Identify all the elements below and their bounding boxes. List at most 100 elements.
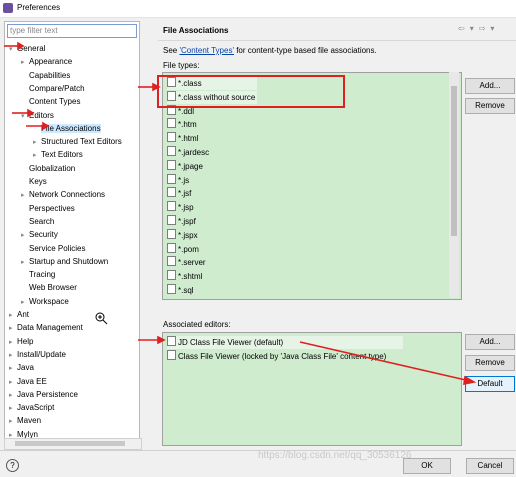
collapsed-icon[interactable]: ▸: [9, 415, 17, 428]
tree-item[interactable]: ▾ General: [9, 42, 45, 55]
file-type-item[interactable]: *.htm: [167, 118, 197, 131]
tree-item[interactable]: ▸ Help: [9, 335, 33, 348]
scrollbar-thumb[interactable]: [451, 86, 457, 236]
annotation-highlight-box: [157, 75, 345, 108]
collapsed-icon[interactable]: ▸: [9, 349, 17, 362]
tree-item-label: Content Types: [29, 97, 81, 107]
add-file-type-button[interactable]: Add...: [465, 78, 515, 94]
file-type-item[interactable]: *.server: [167, 256, 206, 269]
file-type-item[interactable]: *.js: [167, 173, 189, 187]
scrollbar-thumb[interactable]: [15, 441, 125, 446]
tree-item[interactable]: ▸ Java EE: [9, 375, 47, 388]
tree-item[interactable]: ▸ Startup and Shutdown: [21, 255, 108, 268]
collapsed-icon[interactable]: ▸: [9, 389, 17, 402]
file-type-item[interactable]: *.shtml: [167, 270, 202, 283]
content-types-link[interactable]: 'Content Types': [179, 46, 234, 55]
tree-item[interactable]: Search: [21, 215, 54, 228]
tree-item[interactable]: Capabilities: [21, 69, 70, 82]
editor-item[interactable]: Class File Viewer (locked by 'Java Class…: [167, 349, 386, 363]
tree-item[interactable]: ▸ Security: [21, 228, 58, 241]
tree-item[interactable]: ▸ JavaScript: [9, 401, 54, 414]
file-type-item[interactable]: *.jardesc: [167, 146, 209, 159]
collapsed-icon[interactable]: ▸: [9, 362, 17, 375]
file-type-item[interactable]: *.jsp: [167, 201, 194, 214]
collapsed-icon[interactable]: ▸: [9, 322, 17, 335]
back-arrow-icon[interactable]: ⇦: [458, 24, 465, 33]
editor-icon: [167, 349, 176, 360]
collapsed-icon[interactable]: ▸: [9, 402, 17, 415]
view-menu-icon[interactable]: ▾: [490, 24, 494, 33]
file-type-label: *.shtml: [178, 272, 203, 282]
tree-item[interactable]: ▸ Java Persistence: [9, 388, 78, 401]
collapsed-icon[interactable]: ▸: [9, 336, 17, 349]
app-icon: [3, 3, 13, 13]
file-type-item[interactable]: *.pom: [167, 242, 199, 256]
tree-item-label: Java: [17, 363, 34, 373]
tree-item-label: Java Persistence: [17, 389, 78, 399]
collapsed-icon[interactable]: ▸: [33, 149, 41, 162]
tree-item-label: Structured Text Editors: [41, 137, 122, 147]
file-type-label: *.htm: [178, 120, 197, 130]
tree-item[interactable]: ▾ Editors: [21, 109, 54, 122]
forward-arrow-icon[interactable]: ⇨: [479, 24, 486, 33]
file-type-label: *.jspx: [178, 230, 198, 240]
expanded-icon[interactable]: ▾: [9, 43, 17, 56]
add-editor-button[interactable]: Add...: [465, 334, 515, 350]
tree-item[interactable]: Service Policies: [21, 242, 85, 255]
associated-editors-label: Associated editors:: [163, 320, 231, 329]
editor-item[interactable]: JD Class File Viewer (default): [167, 336, 403, 349]
tree-item-label: Workspace: [29, 296, 69, 306]
help-icon[interactable]: ?: [6, 459, 19, 472]
tree-item[interactable]: ▸ Structured Text Editors: [33, 135, 122, 148]
tree-horizontal-scrollbar[interactable]: [4, 438, 142, 450]
tree-item[interactable]: ▸ Install/Update: [9, 348, 66, 361]
collapsed-icon[interactable]: ▸: [21, 56, 29, 69]
collapsed-icon[interactable]: ▸: [33, 136, 41, 149]
tree-item-label: Text Editors: [41, 150, 83, 160]
tree-item[interactable]: ▸ Maven: [9, 414, 41, 427]
file-icon: [167, 201, 176, 212]
collapsed-icon[interactable]: ▸: [21, 229, 29, 242]
tree-item[interactable]: ▸ Workspace: [21, 295, 69, 308]
tree-item[interactable]: ▸ Data Management: [9, 321, 83, 334]
tree-item[interactable]: ▸ Java: [9, 361, 34, 374]
file-type-item[interactable]: *.sql: [167, 284, 194, 297]
file-type-item[interactable]: *.html: [167, 132, 198, 145]
tree-item-label: Perspectives: [29, 203, 75, 213]
tree-item[interactable]: Web Browser: [21, 281, 77, 294]
tree-item[interactable]: ▸ Network Connections: [21, 188, 105, 201]
tree-item[interactable]: Globalization: [21, 162, 75, 175]
tree-item[interactable]: Perspectives: [21, 202, 75, 215]
collapsed-icon[interactable]: ▸: [9, 376, 17, 389]
collapsed-icon[interactable]: ▸: [21, 189, 29, 202]
file-type-item[interactable]: *.jsf: [167, 187, 191, 200]
tree-item[interactable]: Keys: [21, 175, 47, 188]
tree-item[interactable]: Compare/Patch: [21, 82, 85, 95]
associated-editors-list[interactable]: JD Class File Viewer (default) Class File…: [162, 332, 462, 446]
collapsed-icon[interactable]: ▸: [9, 309, 17, 322]
cancel-button[interactable]: Cancel: [466, 458, 514, 474]
tree-item-label: Globalization: [29, 163, 76, 173]
file-icon: [167, 187, 176, 198]
tree-item[interactable]: Tracing: [21, 268, 55, 281]
tree-item[interactable]: ▸ Ant: [9, 308, 29, 321]
default-editor-button[interactable]: Default: [465, 376, 515, 392]
filter-input[interactable]: type filter text: [7, 24, 137, 38]
file-type-item[interactable]: *.jspf: [167, 215, 196, 228]
chevron-down-icon[interactable]: ▾: [470, 24, 474, 33]
collapsed-icon[interactable]: ▸: [21, 256, 29, 269]
tree-item[interactable]: ▸ Text Editors: [33, 148, 83, 161]
remove-editor-button[interactable]: Remove: [465, 355, 515, 371]
tree-item[interactable]: File Associations: [33, 122, 101, 135]
file-type-item[interactable]: *.jpage: [167, 159, 203, 173]
ok-button[interactable]: OK: [403, 458, 451, 474]
tree-item[interactable]: Content Types: [21, 95, 80, 108]
file-type-item[interactable]: *.jspx: [167, 228, 198, 242]
remove-file-type-button[interactable]: Remove: [465, 98, 515, 114]
tree-item[interactable]: ▸ Appearance: [21, 55, 72, 68]
collapsed-icon[interactable]: ▸: [21, 296, 29, 309]
file-types-scrollbar[interactable]: [449, 72, 459, 298]
expanded-icon[interactable]: ▾: [21, 110, 29, 123]
file-type-label: *.html: [178, 134, 199, 144]
tree-item-label: Search: [29, 216, 55, 226]
